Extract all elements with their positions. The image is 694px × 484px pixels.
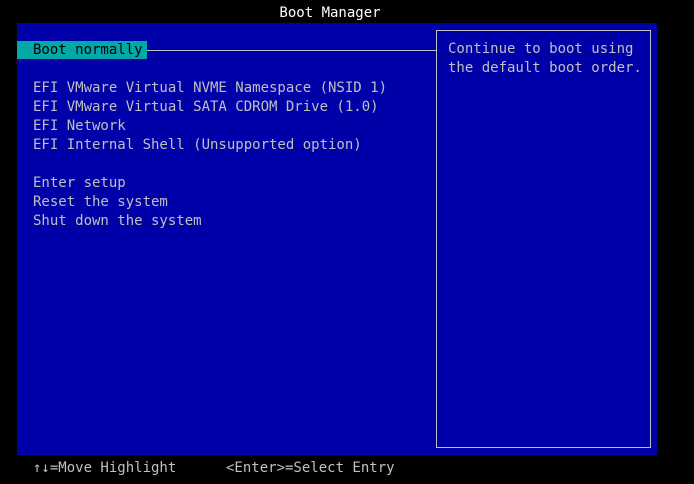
menu-item-boot-normally[interactable]: Boot normally — [17, 41, 147, 59]
window-title: Boot Manager — [279, 5, 381, 21]
menu-item-efi-network[interactable]: EFI Network — [33, 117, 126, 135]
menu-item-shut-down-system[interactable]: Shut down the system — [33, 212, 202, 230]
menu-item-reset-system[interactable]: Reset the system — [33, 193, 168, 211]
help-panel: Continue to boot using the default boot … — [436, 30, 651, 448]
selection-connector-line — [147, 50, 437, 51]
menu-item-sata-cdrom-device[interactable]: EFI VMware Virtual SATA CDROM Drive (1.0… — [33, 98, 379, 116]
menu-item-enter-setup[interactable]: Enter setup — [33, 174, 126, 192]
menu-item-nvme-device[interactable]: EFI VMware Virtual NVME Namespace (NSID … — [33, 79, 387, 97]
menu-item-efi-internal-shell[interactable]: EFI Internal Shell (Unsupported option) — [33, 136, 362, 154]
footer-move-hint: ↑↓=Move Highlight — [33, 460, 177, 476]
boot-manager-panel: Boot normally EFI VMware Virtual NVME Na… — [17, 23, 657, 455]
help-text: Continue to boot using the default boot … — [448, 41, 642, 76]
footer-select-hint: <Enter>=Select Entry — [226, 460, 395, 476]
